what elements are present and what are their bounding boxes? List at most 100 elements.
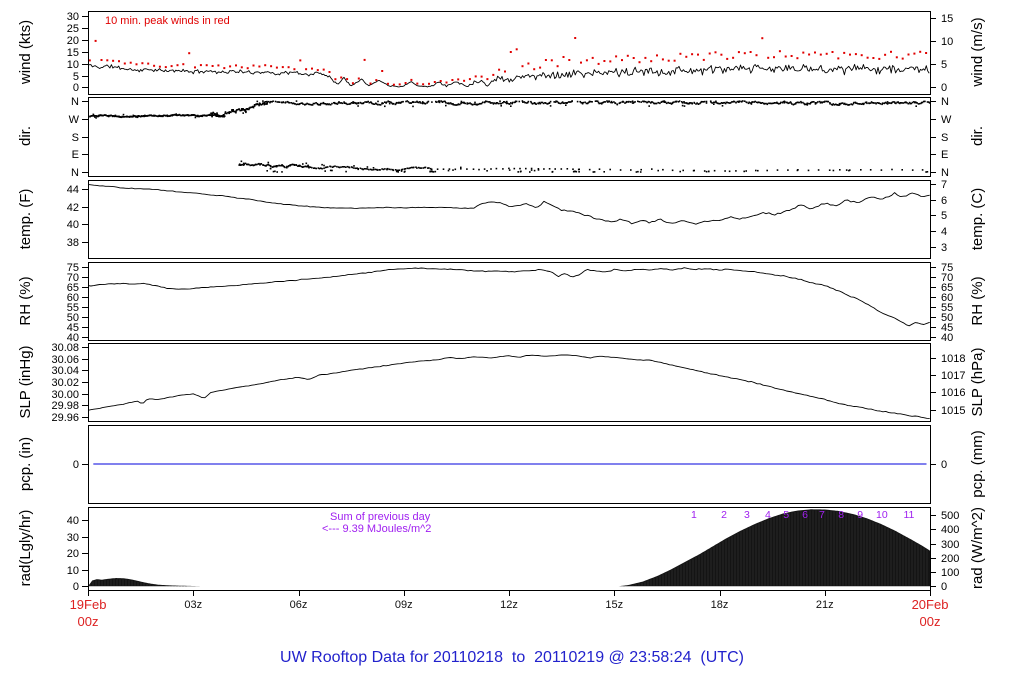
x-tick-label: 06z [290,599,308,611]
y-tick-label-right: S [941,132,948,144]
panel-rad: 1 2 3 4 5 6 7 8 9 10 110102030400100200300400500 [67,507,959,593]
radiation-sum-value: <--- 9.39 MJoules/m^2 [322,523,432,535]
y-tick-label-left: 30 [67,532,79,544]
x-axis-start-date-line2: 00z [77,614,99,629]
y-tick-label-left: 25 [67,23,79,35]
y-tick-label-left: N [71,167,79,179]
y-tick-label-right: 500 [941,510,959,522]
y-tick-label-left: 30 [67,11,79,23]
panel-border-temp [88,180,931,259]
radiation-hour-mark: 9 [857,509,863,521]
y-tick-label-right: 10 [941,36,953,48]
y-tick-label-left: 40 [67,515,79,527]
y-tick-label-left: 30.08 [51,342,79,354]
x-tick-label: 03z [184,599,202,611]
uw-rooftop-weather-figure: 0 5 10 15 20 25 30 0 5 10 15 N W S E N N W S E N 38 40 42 44 3 4 5 6… [0,0,1024,700]
series-relative_humidity_pct [87,267,930,327]
y-tick-label-right: 200 [941,553,959,565]
y-tick-label-left: 5 [73,71,79,83]
y-tick-label-left: S [72,132,79,144]
y-tick-label-left: 38 [67,237,79,249]
y-tick-label-left: 20 [67,35,79,47]
y-tick-label-right: 1018 [941,353,965,365]
y-axis-title-rad-wm2: rad (W/m^2) [969,506,986,590]
y-tick-label-right: 1017 [941,370,965,382]
y-tick-label-right: 1015 [941,405,965,417]
radiation-hour-mark: 8 [838,509,844,521]
radiation-hour-mark: 10 [876,509,888,521]
y-tick-label-left: 30.00 [51,389,79,401]
x-tick-label: 15z [605,599,623,611]
panel-border-rh [88,262,931,341]
radiation-sum-note: Sum of previous day [330,511,431,523]
panel-slp: 29.9629.9830.0030.0230.0430.0630.08 1015 1… [51,342,965,424]
y-tick-label-right: 3 [941,242,947,254]
chart-canvas: 051015202530051015NWSENNWSEN384042443456… [51,11,965,611]
y-tick-label-left: 29.98 [51,400,79,412]
y-tick-label-left: 10 [67,59,79,71]
y-tick-label-right: 5 [941,210,947,222]
series-sea_level_pressure_inHg [87,354,930,419]
y-tick-label-left: 75 [67,262,79,274]
y-tick-label-right: 75 [941,262,953,274]
y-tick-label-left: 15 [67,47,79,59]
y-tick-label-left: 0 [73,459,79,471]
x-axis-end-date: 20Feb 00z [880,596,980,630]
radiation-hour-mark: 4 [765,509,771,521]
series-wind_speed_kts [87,63,930,88]
y-tick-label-right: 6 [941,195,947,207]
panel-dir: NWSENNWSEN [69,96,952,179]
panel-rh: 40455055606570754045505560657075 [67,262,953,344]
panel-temp: 38 40 42 44 3 4 5 6 7 [67,179,947,259]
x-axis-end-date-line2: 00z [919,614,941,629]
y-tick-label-left: 30.04 [51,365,79,377]
radiation-hour-mark: 1 [691,509,697,521]
x-axis: 03z 06z 09z 12z 15z 18z 21z [88,590,931,611]
y-tick-label-left: W [69,114,80,126]
x-tick-label: 18z [711,599,729,611]
y-tick-label-left: 10 [67,565,79,577]
y-tick-label-right: N [941,167,949,179]
peak-winds-note: 10 min. peak winds in red [105,15,230,27]
y-tick-label-left: 30.06 [51,354,79,366]
y-tick-label-right: 7 [941,179,947,191]
y-tick-label-left: 44 [67,184,79,196]
y-tick-label-left: 0 [73,82,79,94]
x-tick-label: 09z [395,599,413,611]
y-tick-label-right: N [941,96,949,108]
y-tick-label-right: 0 [941,581,947,593]
panel-pcp: 00 [73,425,947,504]
y-tick-label-right: E [941,149,948,161]
series-temperature_F [87,183,930,225]
x-axis-end-date-line1: 20Feb [911,597,949,612]
y-tick-label-right: W [941,114,952,126]
radiation-hour-mark: 11 [903,509,914,521]
y-tick-label-right: 5 [941,59,947,71]
y-tick-label-left: 30.02 [51,377,79,389]
y-tick-label-right: 15 [941,13,953,25]
x-axis-start-date-line1: 19Feb [69,597,107,612]
y-tick-label-left: 20 [67,548,79,560]
y-tick-label-right: 4 [941,226,947,238]
y-axis-title-rad-lgly: rad(Lgly/hr) [17,509,34,587]
y-tick-label-left: 0 [73,581,79,593]
x-tick-label: 12z [500,599,518,611]
radiation-hour-mark: 3 [744,509,750,521]
y-tick-label-left: 29.96 [51,412,79,424]
y-tick-label-right: 1016 [941,387,965,399]
panel-border-dir [88,97,931,177]
x-tick-label: 21z [816,599,834,611]
y-tick-label-right: 400 [941,524,959,536]
y-tick-label-right: 300 [941,539,959,551]
y-tick-label-right: 100 [941,567,959,579]
radiation-hour-mark: 2 [721,509,727,521]
radiation-hour-mark: 7 [819,509,825,521]
y-tick-label-right: 0 [941,82,947,94]
radiation-hour-mark: 5 [783,509,789,521]
x-axis-start-date: 19Feb 00z [38,596,138,630]
y-tick-label-left: 40 [67,219,79,231]
y-tick-label-left: N [71,96,79,108]
panel-border-slp [88,343,931,422]
radiation-hour-mark: 6 [802,509,808,521]
figure-title: UW Rooftop Data for 20110218 to 20110219… [280,649,744,666]
